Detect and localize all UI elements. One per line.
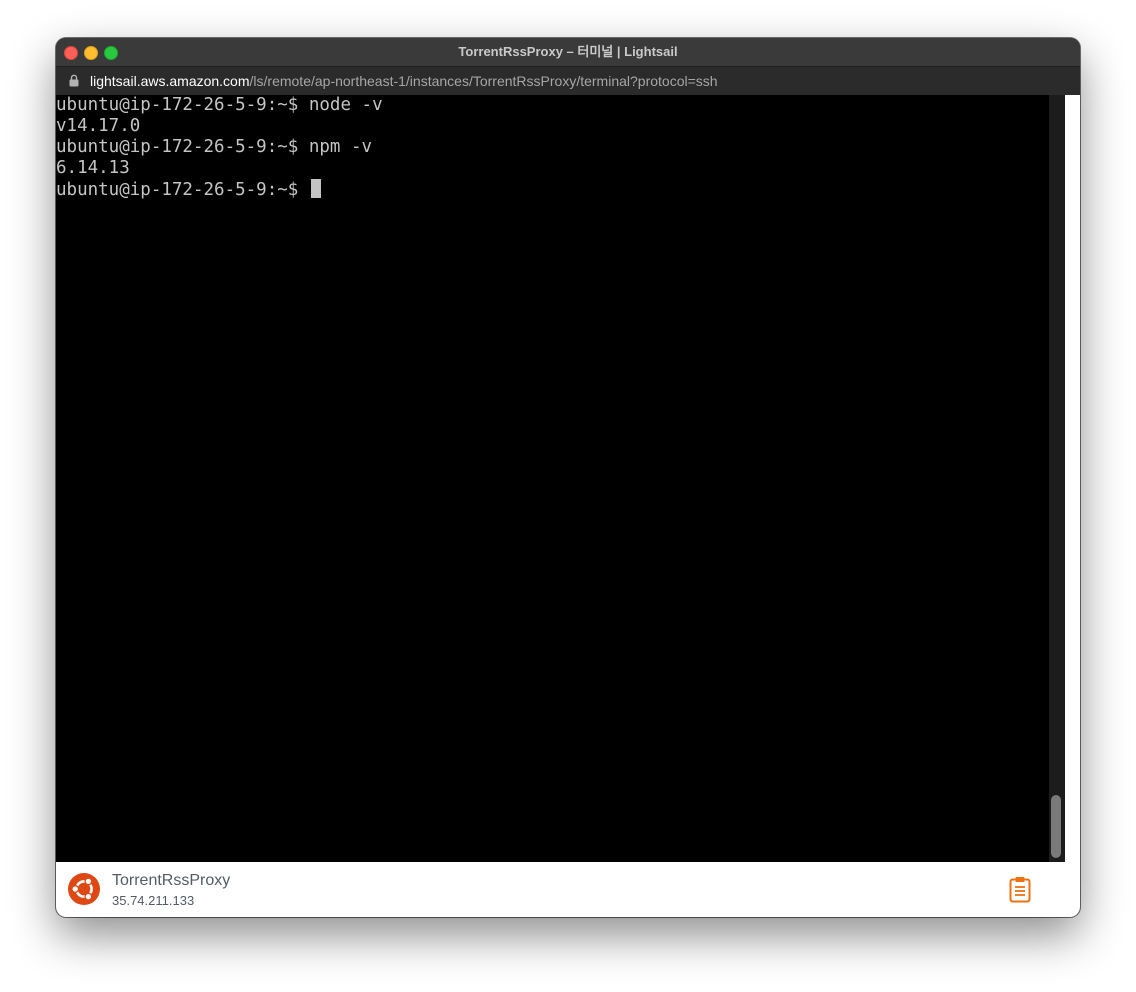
lock-icon: [69, 74, 79, 87]
url-path: /ls/remote/ap-northeast-1/instances/Torr…: [249, 73, 718, 89]
url-text[interactable]: lightsail.aws.amazon.com/ls/remote/ap-no…: [90, 67, 718, 95]
title-bar: TorrentRssProxy – 터미널 | Lightsail: [56, 38, 1080, 67]
terminal-scrollbar[interactable]: [1049, 95, 1065, 862]
terminal-line: 6.14.13: [56, 158, 130, 178]
window-title: TorrentRssProxy – 터미널 | Lightsail: [458, 44, 678, 59]
url-host: lightsail.aws.amazon.com: [90, 73, 250, 89]
terminal-line: v14.17.0: [56, 116, 141, 136]
terminal-line: ubuntu@ip-172-26-5-9:~$ node -v: [56, 95, 383, 115]
address-bar[interactable]: lightsail.aws.amazon.com/ls/remote/ap-no…: [56, 67, 1080, 95]
instance-ip: 35.74.211.133: [112, 893, 195, 908]
terminal-prompt: ubuntu@ip-172-26-5-9:~$: [56, 180, 309, 200]
terminal-line: ubuntu@ip-172-26-5-9:~$ npm -v: [56, 137, 373, 157]
terminal-prompt-line: ubuntu@ip-172-26-5-9:~$: [56, 179, 321, 200]
terminal-cursor: [310, 179, 321, 198]
instance-name: TorrentRssProxy: [112, 872, 231, 889]
page-edge: [1065, 95, 1080, 917]
scrollbar-thumb[interactable]: [1051, 795, 1061, 858]
browser-window: TorrentRssProxy – 터미널 | Lightsail lights…: [56, 38, 1080, 917]
instance-footer: TorrentRssProxy 35.74.211.133: [56, 862, 1065, 917]
terminal-screen[interactable]: ubuntu@ip-172-26-5-9:~$ node -v v14.17.0…: [56, 95, 1049, 862]
clipboard-icon[interactable]: [1006, 875, 1034, 903]
ubuntu-icon: [68, 873, 100, 905]
